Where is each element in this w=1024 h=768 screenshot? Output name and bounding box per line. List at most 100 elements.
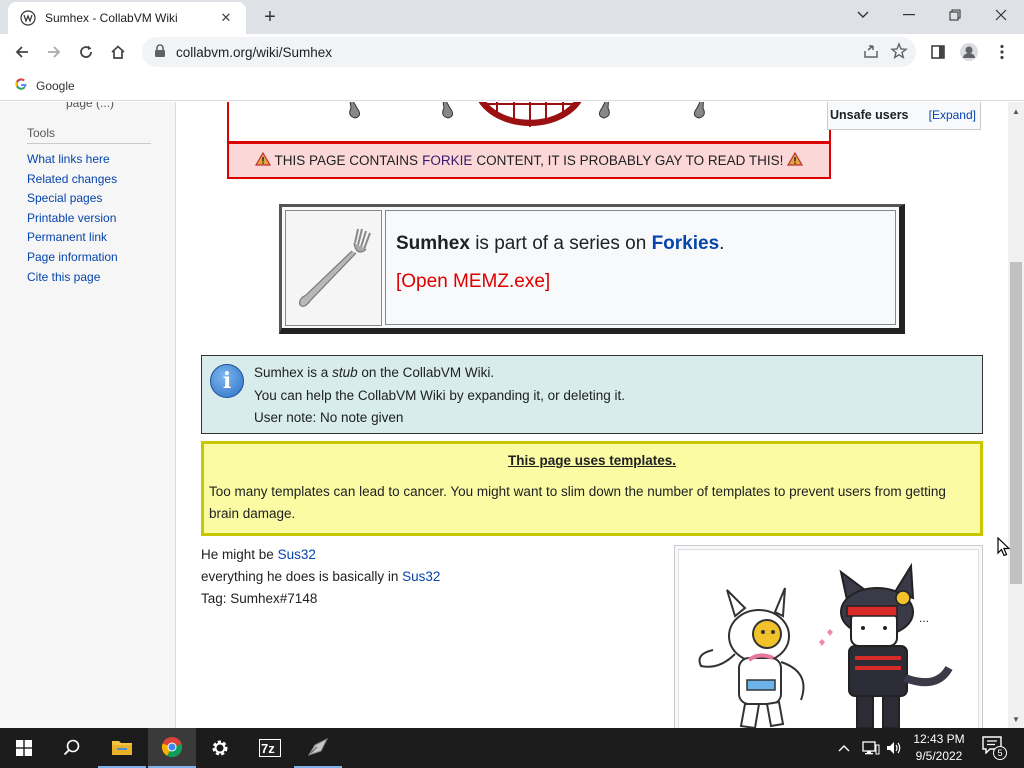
profile-avatar-icon[interactable]: [955, 38, 983, 66]
page-scrollbar[interactable]: ▲ ▼: [1008, 102, 1024, 728]
tab-search-icon[interactable]: [840, 0, 886, 30]
address-bar[interactable]: collabvm.org/wiki/Sumhex: [142, 37, 916, 67]
google-icon: [14, 77, 28, 94]
character-thumbnail[interactable]: ...: [674, 545, 983, 728]
sus32-link[interactable]: Sus32: [402, 569, 440, 584]
site-favicon-icon: [20, 10, 36, 26]
article-line-2: everything he does is basically in Sus32: [201, 566, 440, 588]
tools-heading: Tools: [27, 126, 56, 140]
forkies-link[interactable]: Forkies: [652, 233, 720, 254]
reload-icon[interactable]: [72, 38, 100, 66]
article-line-1-text: He might be: [201, 547, 274, 562]
taskbar-clock[interactable]: 12:43 PM 9/5/2022: [906, 731, 972, 765]
tab-close-icon[interactable]: ✕: [216, 8, 236, 28]
bookmark-star-icon[interactable]: [890, 42, 908, 63]
svg-text:...: ...: [919, 611, 929, 625]
unsafe-users-expand-link[interactable]: [Expand]: [929, 108, 976, 122]
tools-links: What links here Related changes Special …: [27, 150, 118, 287]
search-icon[interactable]: [48, 728, 96, 768]
tab-strip: Sumhex - CollabVM Wiki ✕ +: [0, 0, 1024, 34]
app-rocket-icon[interactable]: [294, 728, 342, 768]
volume-icon[interactable]: [886, 728, 902, 768]
tab-title: Sumhex - CollabVM Wiki: [45, 11, 178, 25]
file-explorer-icon[interactable]: [98, 728, 146, 768]
forkie-face-image: [349, 102, 705, 127]
back-arrow-icon[interactable]: [8, 38, 36, 66]
share-icon[interactable]: [862, 42, 880, 63]
stub-line-1-after: on the CollabVM Wiki.: [361, 365, 495, 380]
warning-triangle-icon: [254, 151, 271, 170]
article-body: He might be Sus32 everything he does is …: [201, 544, 440, 610]
sidebar-link-permanent-link[interactable]: Permanent link: [27, 228, 118, 248]
scroll-up-arrow-icon[interactable]: ▲: [1008, 105, 1024, 117]
templates-notice-title: This page uses templates.: [507, 453, 677, 468]
scrollbar-thumb[interactable]: [1010, 262, 1022, 584]
chrome-icon[interactable]: [148, 728, 196, 768]
wiki-sidebar: page (...) Tools What links here Related…: [0, 102, 176, 728]
stub-notice: i Sumhex is a stub on the CollabVM Wiki.…: [201, 355, 983, 434]
article-tag-line: Tag: Sumhex#7148: [201, 591, 318, 606]
sidebar-link-page-information[interactable]: Page information: [27, 248, 118, 268]
warning-triangle-icon: [787, 151, 804, 170]
bookmark-google[interactable]: Google: [14, 77, 75, 94]
forkie-warning-suffix: CONTENT, IT IS PROBABLY GAY TO READ THIS…: [476, 153, 784, 168]
templates-notice-body: Too many templates can lead to cancer. Y…: [209, 484, 946, 521]
forward-arrow-icon[interactable]: [40, 38, 68, 66]
forkie-link[interactable]: FORKIE: [422, 153, 472, 168]
sidebar-link-special-pages[interactable]: Special pages: [27, 189, 118, 209]
page-viewport: page (...) Tools What links here Related…: [0, 102, 1008, 728]
forkie-warning-prefix: THIS PAGE CONTAINS: [274, 153, 419, 168]
lock-icon[interactable]: [154, 43, 166, 61]
close-window-button[interactable]: [978, 0, 1024, 30]
restore-button[interactable]: [932, 0, 978, 30]
stub-emphasis: stub: [332, 365, 358, 380]
series-period: .: [719, 233, 725, 254]
notification-count-badge: 5: [993, 746, 1007, 760]
article-line-2-text: everything he does is basically in: [201, 569, 399, 584]
new-tab-button[interactable]: +: [258, 6, 282, 28]
start-windows-icon[interactable]: [0, 728, 48, 768]
side-panel-icon[interactable]: [924, 38, 952, 66]
sidebar-link-what-links-here[interactable]: What links here: [27, 150, 118, 170]
article-content: THIS PAGE CONTAINS FORKIE CONTENT, IT IS…: [177, 102, 1008, 728]
sidebar-link-printable-version[interactable]: Printable version: [27, 209, 118, 229]
browser-toolbar: collabvm.org/wiki/Sumhex: [0, 34, 1024, 71]
series-subject: Sumhex: [396, 233, 470, 254]
stub-line-1-before: Sumhex is a: [254, 365, 329, 380]
sidebar-link-cite-this-page[interactable]: Cite this page: [27, 268, 118, 288]
forkie-image-box: [227, 102, 831, 143]
clock-date: 9/5/2022: [915, 749, 963, 763]
sidebar-partial-text[interactable]: page (...): [66, 102, 114, 110]
browser-menu-icon[interactable]: [988, 38, 1016, 66]
unsafe-users-navbox: Unsafe users [Expand]: [827, 102, 981, 130]
scroll-down-arrow-icon[interactable]: ▼: [1008, 713, 1024, 725]
tray-overflow-chevron-icon[interactable]: [838, 728, 850, 768]
templates-notice: This page uses templates. Too many templ…: [201, 441, 983, 536]
bookmarks-bar: Google: [0, 71, 1024, 101]
minimize-button[interactable]: [886, 0, 932, 30]
7zip-icon[interactable]: 7z: [246, 728, 294, 768]
svg-text:7z: 7z: [261, 741, 275, 756]
fork-image[interactable]: [285, 210, 382, 326]
stub-line-1: Sumhex is a stub on the CollabVM Wiki.: [254, 362, 625, 385]
home-icon[interactable]: [104, 38, 132, 66]
windows-taskbar: 7z 12:43 PM 9/5/2022 5: [0, 728, 1024, 768]
series-text: Sumhex is part of a series on Forkies. […: [385, 210, 896, 325]
active-tab[interactable]: Sumhex - CollabVM Wiki ✕: [8, 2, 246, 34]
network-icon[interactable]: [862, 728, 880, 768]
notification-center-icon[interactable]: 5: [982, 736, 1007, 760]
url-text: collabvm.org/wiki/Sumhex: [176, 44, 333, 60]
open-memz-link[interactable]: [Open MEMZ.exe]: [396, 271, 885, 293]
series-middle-text: is part of a series on: [475, 233, 647, 254]
article-line-1: He might be Sus32: [201, 544, 440, 566]
settings-gear-icon[interactable]: [196, 728, 244, 768]
stub-line-3: User note: No note given: [254, 410, 404, 425]
unsafe-users-title: Unsafe users: [830, 108, 909, 122]
forkie-warning-banner: THIS PAGE CONTAINS FORKIE CONTENT, IT IS…: [227, 142, 831, 179]
stub-line-2: You can help the CollabVM Wiki by expand…: [254, 387, 625, 403]
sidebar-link-related-changes[interactable]: Related changes: [27, 170, 118, 190]
info-icon: i: [210, 364, 244, 398]
tools-divider: [27, 143, 151, 144]
sus32-link[interactable]: Sus32: [278, 547, 316, 562]
character-drawing-image: ...: [698, 562, 953, 728]
